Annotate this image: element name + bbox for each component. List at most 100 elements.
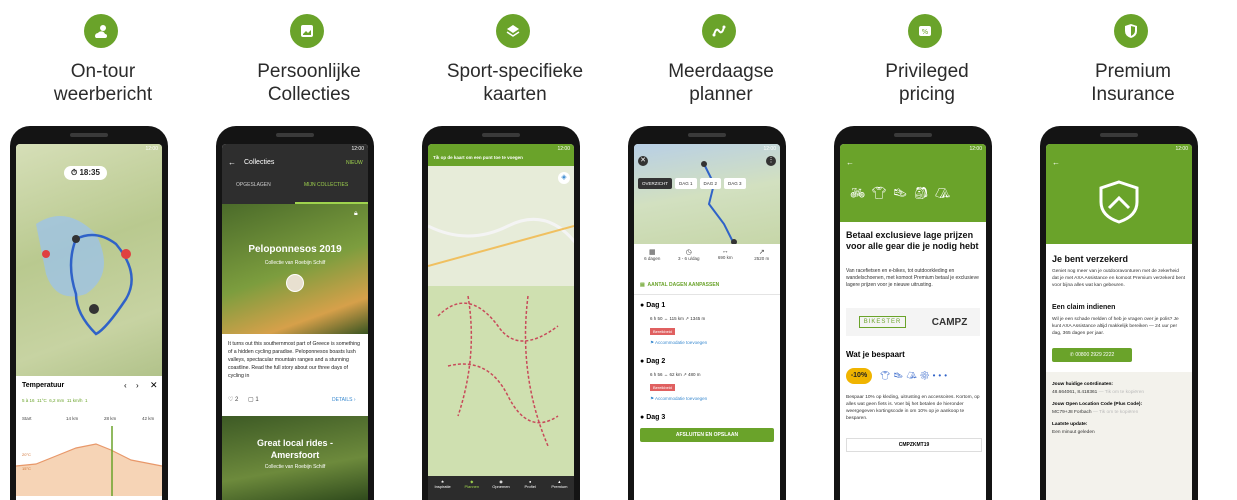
day-3[interactable]: ● Dag 3 [640,414,665,421]
claim-body: Wil je een schade melden of heb je vrage… [1052,317,1179,336]
tab-day-1[interactable]: DAG 1 [675,178,697,189]
add-accommodation-link[interactable]: ⚑ Accommodatie toevoegen [650,396,707,402]
tab-day-3[interactable]: DAG 3 [724,178,746,189]
campz-logo[interactable]: CAMPZ [932,317,968,328]
phone-screen: 12:00 ← Collecties NIEUW OPGESLAGEN MIJN… [222,144,368,500]
saving-body: Bespaar 10% op kleding, uitrusting en ac… [846,395,980,421]
like-button[interactable]: ♡ 2 [228,396,238,403]
collection-cover[interactable]: Peloponnesos 2019 Collectie van Roebijn … [222,204,368,334]
phone-screen: ⏱ 18:35 12:00 Temperatuur ‹ › ✕ 5 à 16 1… [16,144,162,500]
phone-frame: 12:00 ← Je bent verzekerd Geniet nog mee… [1040,126,1198,500]
prev-icon[interactable]: ‹ [124,381,127,390]
phone-screen: 12:00 Tik op de kaart om een punt toe te… [428,144,574,500]
bottom-nav: ★ Inspiratie ◆ Plannen ◉ Opnemen ● Profiel ▲… [428,476,574,500]
tab-overview[interactable]: OVERZICHT [638,178,673,189]
feature-planner: Meerdaagse planner 12:00 ✕ ⋮ OVERZICHT DA… [618,0,824,500]
collection-card-2[interactable]: Great local rides - Amersfoort Collectie… [222,416,368,500]
pricing-heading: Betaal exclusieve lage prijzen voor alle… [846,230,979,251]
page-title: Collecties [244,159,275,166]
phone-frame: 12:00 ← Collecties NIEUW OPGESLAGEN MIJN… [216,126,374,500]
more-icon[interactable]: ⋮ [766,156,776,166]
nav-profile[interactable]: ● Profiel [516,476,545,500]
discount-icon: % [908,14,942,48]
details-link[interactable]: DETAILS › [332,397,356,403]
route-icon [702,14,736,48]
feature-title: Premium Insurance [1091,61,1175,105]
back-icon[interactable]: ← [1052,158,1060,167]
back-icon[interactable]: ← [228,158,236,167]
phone-frame: 12:00 Tik op de kaart om een punt toe te… [422,126,580,500]
adjust-days-link[interactable]: ▤ AANTAL DAGEN AANPASSEN [640,282,719,288]
coords-value[interactable]: 48.664061, 8.418361 — Tik om te kopiëren [1052,390,1144,395]
tab-my-collections[interactable]: MIJN COLLECTIES [304,182,348,188]
app-header: 12:00 ← Collecties NIEUW OPGESLAGEN MIJN… [222,144,368,204]
close-icon[interactable]: ✕ [150,380,158,391]
nav-record[interactable]: ◉ Opnemen [486,476,515,500]
map-view[interactable]: ◈ [428,166,574,476]
compass-icon[interactable]: ◈ [558,172,570,184]
feature-weather: On-tour weerbericht ⏱ 18:35 12:00 Tempera… [0,0,206,500]
nav-plan[interactable]: ◆ Plannen [457,476,486,500]
collection-author: Collectie van Roebijn Schilf [264,260,326,266]
insured-intro: Geniet nog meer van je outdooravonturen … [1052,269,1186,288]
time-pill[interactable]: ⏱ 18:35 [64,166,107,180]
discount-badge: -10% [846,368,872,384]
phone-frame: 12:00 ✕ ⋮ OVERZICHT DAG 1 DAG 2 DAG 3 ▦ 6… [628,126,786,500]
feature-title: Meerdaagse planner [668,61,774,105]
hint-banner: 12:00 Tik op de kaart om een punt toe te… [428,144,574,166]
phone-frame: ⏱ 18:35 12:00 Temperatuur ‹ › ✕ 5 à 16 1… [10,126,168,500]
pricing-header: 12:00 ← 🚲︎👕︎👟︎🎒︎⛺︎ [840,144,986,222]
collection-description: It turns out this southernmost part of G… [228,341,361,379]
nav-inspiration[interactable]: ★ Inspiratie [428,476,457,500]
collection-title: Peloponnesos 2019 [248,244,342,255]
trip-stats: ▦ 6 dagen ◷ 3 - 6 u/dag ↔ 690 km ↗ 2520 m [644,248,770,261]
pricing-body: Van racefietsen en e-bikes, tot outdoork… [846,268,979,288]
feature-collections: Persoonlijke Collecties 12:00 ← Collectie… [206,0,412,500]
location-info: Jouw huidige coördinaten: 48.664061, 8.4… [1046,372,1192,500]
feature-title: Sport-specifieke kaarten [446,61,584,105]
tab-day-2[interactable]: DAG 2 [699,178,722,189]
feature-insurance: Premium Insurance 12:00 ← Je bent verzeke… [1030,0,1236,500]
saving-title: Wat je bespaart [846,350,905,359]
collection-icon [290,14,324,48]
feature-title: Persoonlijke Collecties [257,61,361,105]
insured-heading: Je bent verzekerd [1052,254,1129,264]
call-button[interactable]: ✆ 00800 2929 2222 [1052,348,1132,362]
phone-screen: 12:00 ✕ ⋮ OVERZICHT DAG 1 DAG 2 DAG 3 ▦ 6… [634,144,780,500]
next-icon[interactable]: › [136,381,139,390]
partner-logos: BIKESTER CAMPZ [846,308,980,336]
nav-premium[interactable]: ▲ Premium [545,476,574,500]
feature-title: On-tour weerbericht [53,61,153,105]
save-close-button[interactable]: AFSLUITEN EN OPSLAAN [640,428,774,442]
insurance-shield-icon [1099,180,1139,224]
tab-saved[interactable]: OPGESLAGEN [236,182,271,188]
map-view[interactable]: ⏱ 18:35 [16,144,162,404]
phone-screen: 12:00 ← Je bent verzekerd Geniet nog mee… [1046,144,1192,500]
shield-icon [1114,14,1148,48]
olc-value[interactable]: MC79+J8 Forbach — Tik om te kopiëren [1052,410,1138,415]
day-tabs: OVERZICHT DAG 1 DAG 2 DAG 3 [638,178,746,189]
feature-maps: Sport-specifieke kaarten 12:00 Tik op de … [412,0,618,500]
claim-title: Een claim indienen [1052,304,1116,311]
temperature-chart [16,426,162,496]
comment-button[interactable]: ▢ 1 [248,396,259,403]
map-view[interactable]: 12:00 ✕ ⋮ OVERZICHT DAG 1 DAG 2 DAG 3 [634,144,780,244]
new-badge: NIEUW [346,160,363,166]
insurance-header: 12:00 ← [1046,144,1192,244]
feature-title: Privileged pricing [885,61,969,105]
back-icon[interactable]: ← [846,158,854,167]
panel-title: Temperatuur [22,382,65,389]
layers-icon [496,14,530,48]
category-icons: 👕︎👟︎⛺︎⚙︎••• [880,371,951,380]
discount-code[interactable]: CMPZKMT19 [846,438,982,452]
add-accommodation-link[interactable]: ⚑ Accommodatie toevoegen [650,340,707,346]
lock-icon: 🔒︎ [354,210,358,217]
phone-frame: 12:00 ← 🚲︎👕︎👟︎🎒︎⛺︎ Betaal exclusieve lag… [834,126,992,500]
bikester-logo[interactable]: BIKESTER [858,316,907,328]
avatar [286,274,304,292]
close-icon[interactable]: ✕ [638,156,648,166]
day-2[interactable]: ● Dag 2 [640,358,665,365]
day-1[interactable]: ● Dag 1 [640,302,665,309]
feature-pricing: % Privileged pricing 12:00 ← 🚲︎👕︎👟︎🎒︎⛺︎ B… [824,0,1030,500]
weather-panel: Temperatuur ‹ › ✕ 5 à 16 11°C 6,2 mm 11 … [16,376,162,500]
